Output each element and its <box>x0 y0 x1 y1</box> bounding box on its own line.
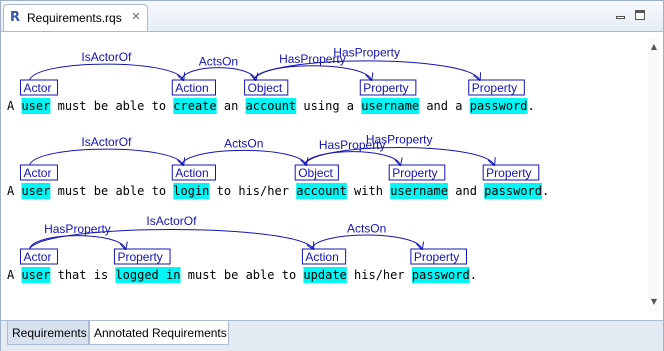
token: A <box>7 99 15 113</box>
token: a <box>347 99 354 113</box>
highlighted-token: update <box>303 268 346 282</box>
tag-property: Property <box>486 166 531 180</box>
relation-label: IsActorOf <box>81 135 132 149</box>
relation-arc <box>28 148 183 165</box>
token: that <box>58 268 87 282</box>
r-file-icon: R <box>10 10 21 25</box>
token: to <box>152 184 166 198</box>
tab-requirements-rqs[interactable]: R Requirements.rqs ✕ <box>3 4 148 31</box>
token: an <box>224 99 238 113</box>
token: able <box>246 268 275 282</box>
annotated-requirements-view[interactable]: Actor Action Object Property Property Auser mu… <box>3 32 661 320</box>
tag-object: Object <box>248 81 283 95</box>
requirement-2: Actor Action Object Property Property A user mu… <box>7 133 549 199</box>
token: . <box>528 99 535 113</box>
tag-action: Action <box>175 166 208 180</box>
tag-property: Property <box>363 81 408 95</box>
tag-actor: Actor <box>23 81 51 95</box>
tag-action: Action <box>175 81 208 95</box>
token: a <box>455 99 462 113</box>
tab-requirements[interactable]: Requirements <box>7 321 89 345</box>
tag-property: Property <box>117 250 162 264</box>
token: . <box>470 268 477 282</box>
relation-arc <box>310 234 421 249</box>
relation-arc <box>180 149 306 165</box>
token: be <box>94 184 108 198</box>
token: with <box>354 184 383 198</box>
token: and <box>455 184 477 198</box>
scroll-up-icon[interactable]: ▲ <box>649 42 659 52</box>
token: be <box>224 268 238 282</box>
tab-title: Requirements.rqs <box>27 11 122 25</box>
tag-property: Property <box>414 250 459 264</box>
highlighted-token: user <box>21 99 50 113</box>
tag-object: Object <box>298 166 333 180</box>
highlighted-token: password <box>484 184 542 198</box>
vertical-scrollbar[interactable]: ▲ ▼ <box>648 39 660 311</box>
token: A <box>7 184 15 198</box>
token: to <box>282 268 296 282</box>
highlighted-token: create <box>173 99 216 113</box>
bottom-tab-bar: Requirements Annotated Requirements <box>1 320 663 351</box>
requirement-3: Actor Property Action Property A user that is lo… <box>7 214 477 283</box>
tag-property: Property <box>392 166 437 180</box>
maximize-icon[interactable] <box>634 9 646 21</box>
tag-actor: Actor <box>23 166 51 180</box>
highlighted-token: login <box>173 184 209 198</box>
relation-arc <box>253 65 372 80</box>
highlighted-token: logged in <box>115 268 180 282</box>
highlighted-token: user <box>21 184 50 198</box>
relation-label: ActsOn <box>224 137 263 151</box>
tag-actor: Actor <box>23 250 51 264</box>
scroll-down-icon[interactable]: ▼ <box>649 297 659 307</box>
close-icon[interactable]: ✕ <box>130 11 142 23</box>
annotation-diagram: Actor Action Object Property PropertyA user mu… <box>7 45 549 283</box>
relation-arc <box>303 151 400 165</box>
highlighted-token: password <box>412 268 470 282</box>
highlighted-token: username <box>390 184 448 198</box>
token: to <box>152 99 166 113</box>
token: be <box>94 99 108 113</box>
token: his/her <box>354 268 405 282</box>
relation-label: IsActorOf <box>81 50 132 64</box>
token: his/her <box>238 184 289 198</box>
token: must <box>58 99 87 113</box>
token: to <box>217 184 231 198</box>
relation-arc <box>28 63 183 80</box>
requirement-1: Actor Action Object Property Property A user mu… <box>7 45 535 114</box>
highlighted-token: password <box>470 99 528 113</box>
tab-annotated-requirements[interactable]: Annotated Requirements <box>89 321 229 345</box>
highlighted-token: account <box>296 184 347 198</box>
token: A <box>7 268 15 282</box>
token: and <box>426 99 448 113</box>
relation-label: IsActorOf <box>146 214 197 228</box>
token: able <box>115 184 144 198</box>
tag-action: Action <box>305 250 338 264</box>
minimize-icon[interactable] <box>615 9 627 21</box>
tag-property: Property <box>472 81 517 95</box>
relation-label: ActsOn <box>347 221 386 235</box>
token: must <box>188 268 217 282</box>
relation-label: ActsOn <box>199 55 238 69</box>
highlighted-token: user <box>21 268 50 282</box>
relation-label: HasProperty <box>333 45 400 59</box>
token: using <box>303 99 339 113</box>
relation-arc <box>180 67 255 80</box>
highlighted-token: username <box>361 99 419 113</box>
token: able <box>115 99 144 113</box>
editor-tab-bar: R Requirements.rqs ✕ <box>1 1 663 32</box>
token: is <box>94 268 108 282</box>
token: . <box>542 184 549 198</box>
editor-window: R Requirements.rqs ✕ Actor Action Object Pr… <box>0 0 664 351</box>
highlighted-token: account <box>246 99 297 113</box>
token: must <box>58 184 87 198</box>
relation-arc <box>28 235 125 249</box>
relation-label: HasProperty <box>366 133 433 147</box>
